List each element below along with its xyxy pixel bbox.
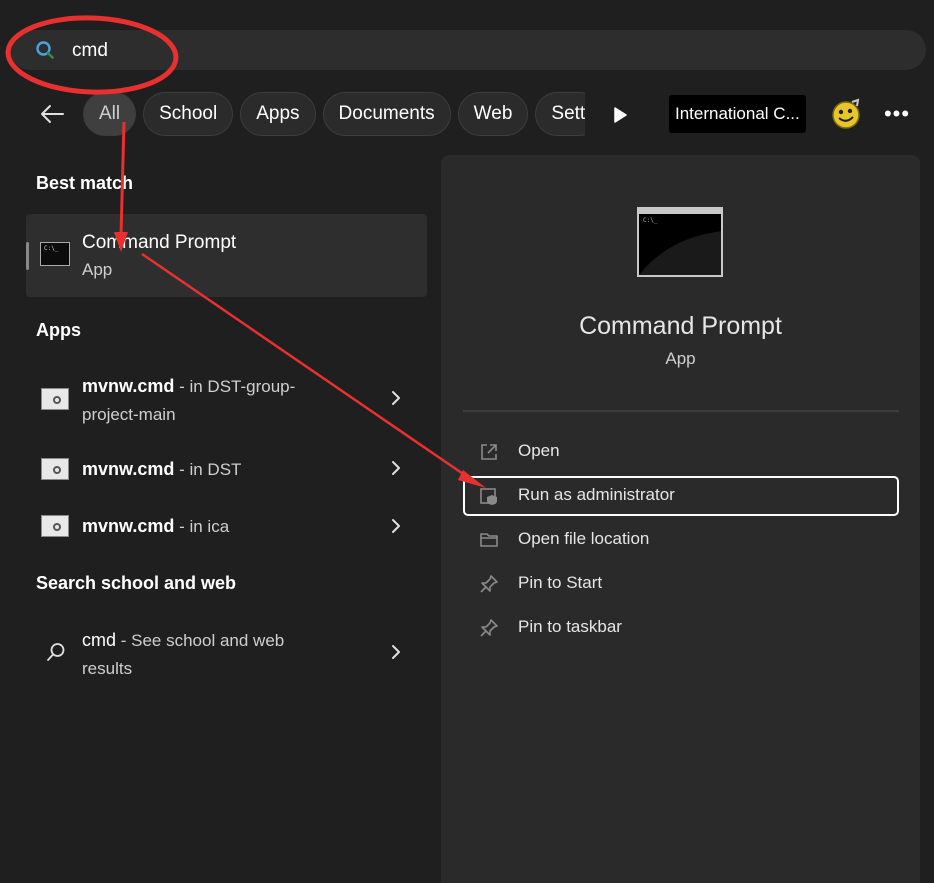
red-annotation-overlay	[5, 15, 486, 488]
